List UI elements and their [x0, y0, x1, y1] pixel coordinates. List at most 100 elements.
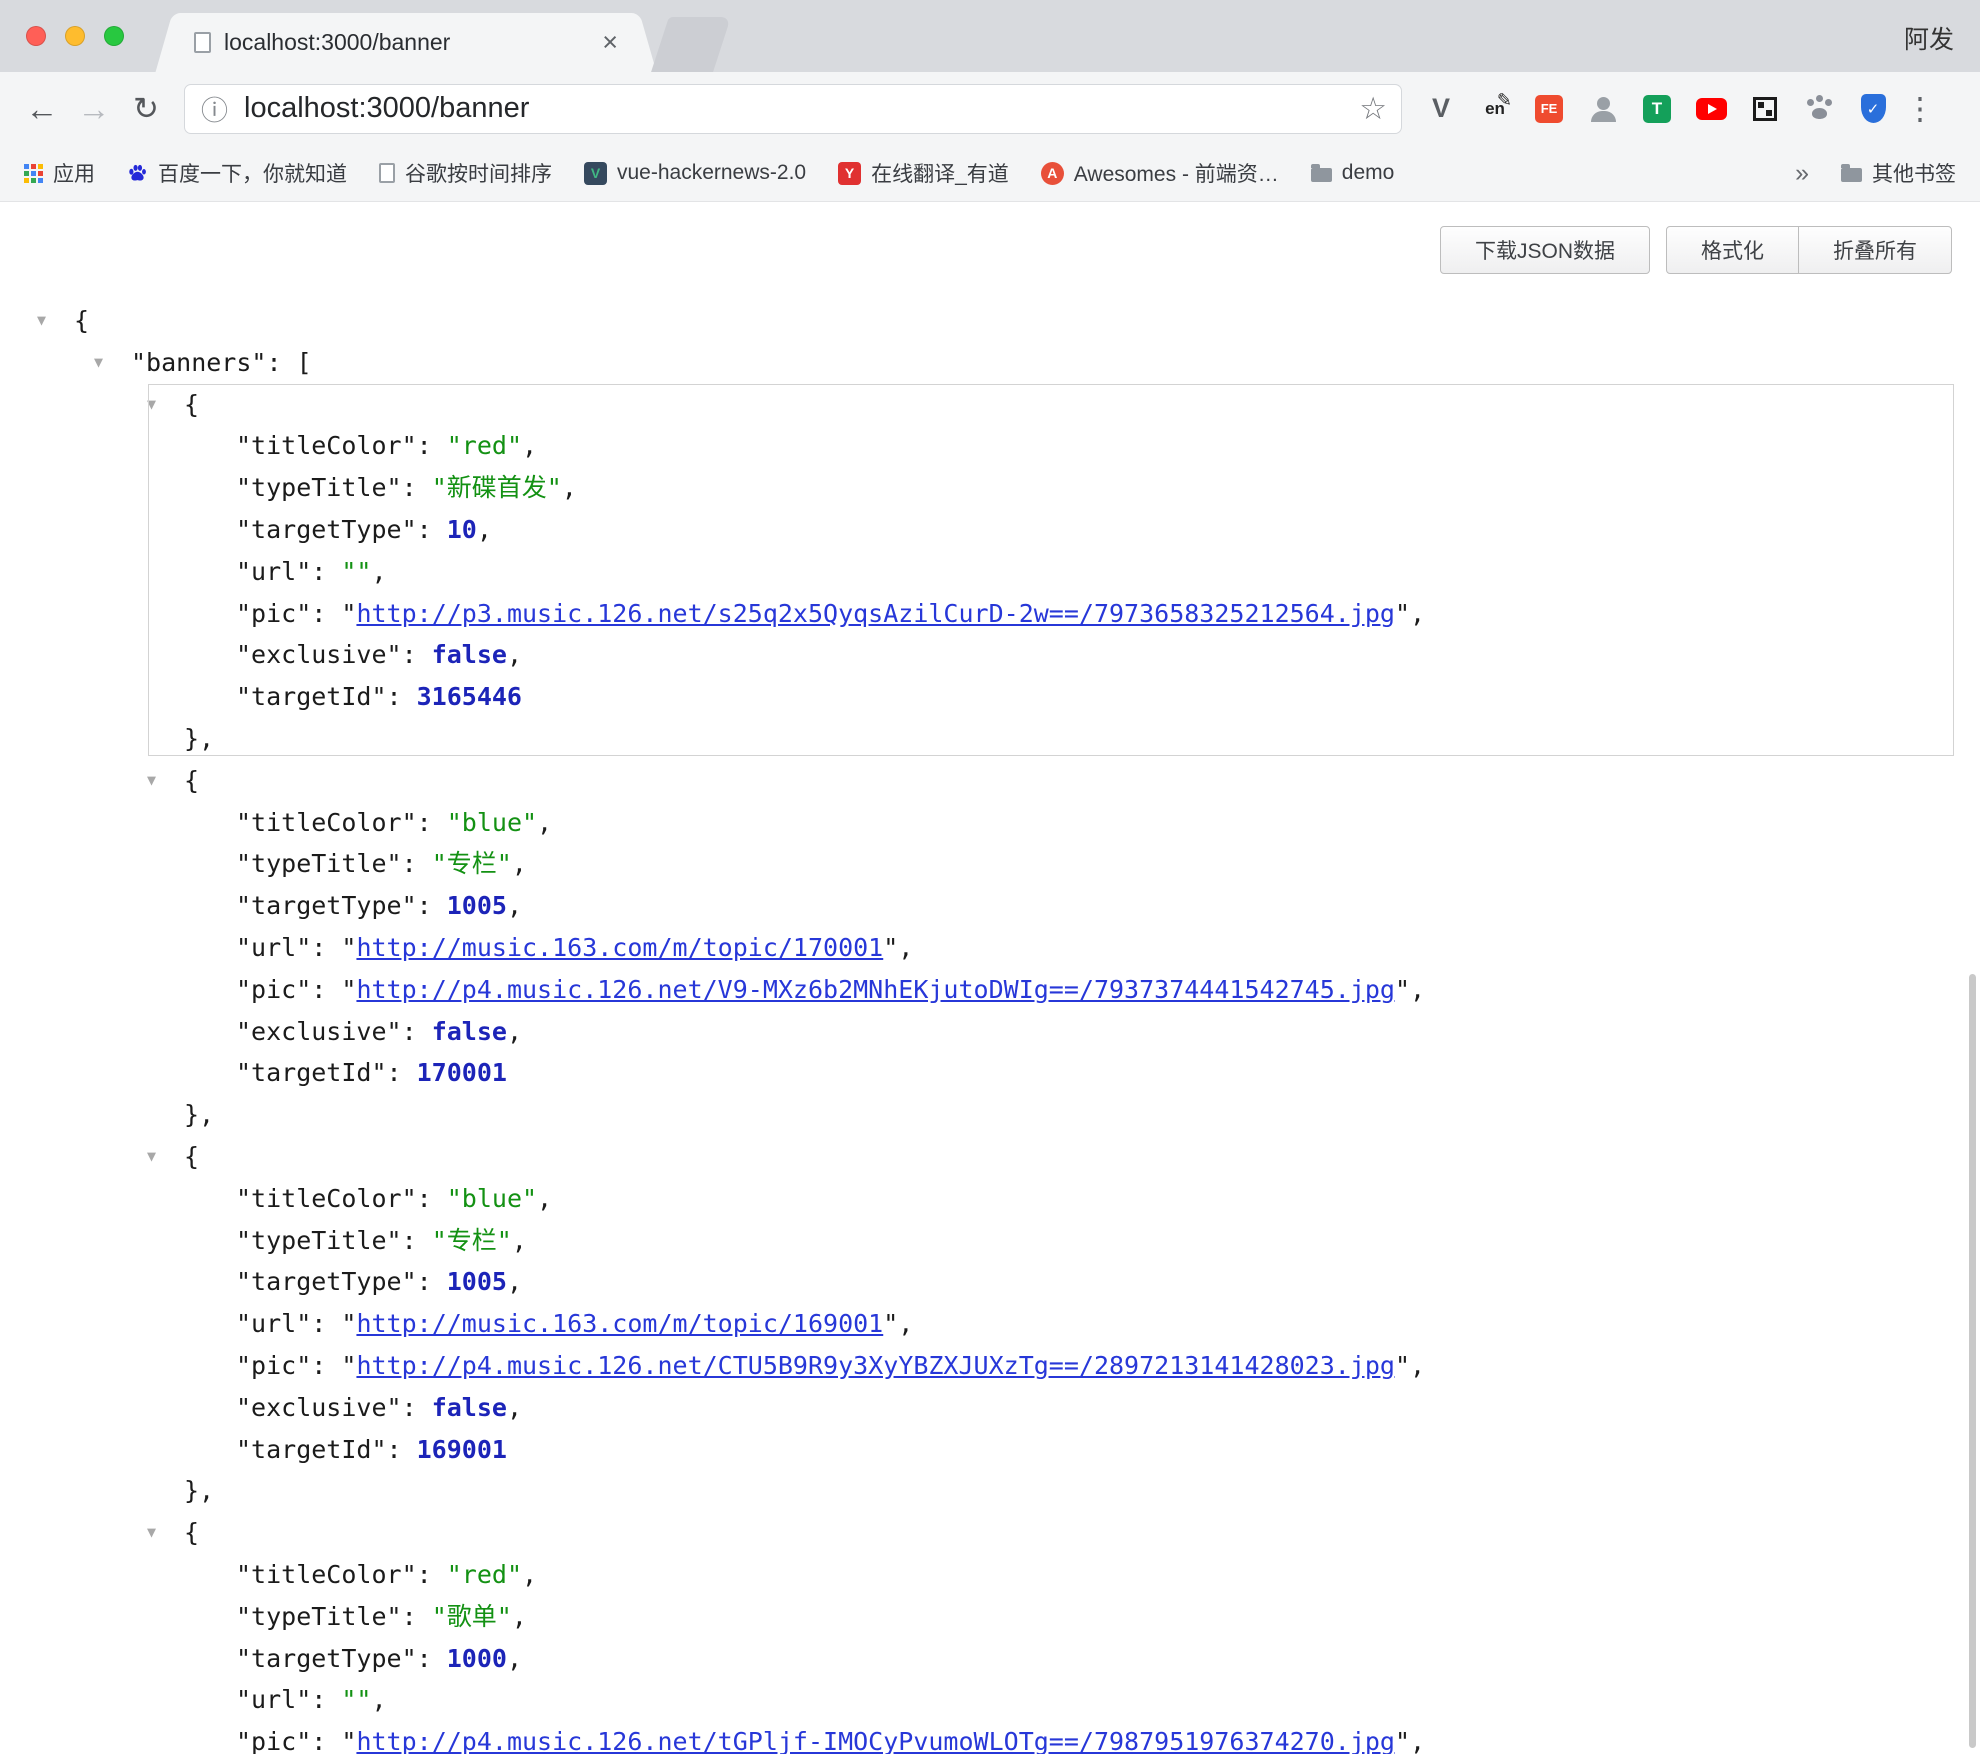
- format-button[interactable]: 格式化: [1666, 226, 1799, 274]
- vimium-extension-icon[interactable]: V: [1420, 88, 1462, 130]
- json-number: 1005: [447, 1267, 507, 1296]
- json-line: "typeTitle": "专栏",: [0, 1220, 1980, 1262]
- back-button[interactable]: ←: [16, 90, 68, 128]
- json-key: "targetType": [236, 891, 417, 920]
- json-tree: ▼{▼"banners": [▼{"titleColor": "red","ty…: [0, 300, 1980, 1754]
- json-number: 1005: [447, 891, 507, 920]
- json-line: "typeTitle": "新碟首发",: [0, 467, 1980, 509]
- json-line: },: [0, 1094, 1980, 1136]
- json-line: "pic": "http://p3.music.126.net/s25q2x5Q…: [0, 593, 1980, 635]
- bookmark-baidu[interactable]: 百度一下，你就知道: [127, 158, 347, 188]
- json-string: "blue": [447, 1184, 537, 1213]
- collapse-toggle-icon[interactable]: ▼: [94, 342, 131, 384]
- profile-name[interactable]: 阿发: [1904, 20, 1954, 56]
- tab-title: localhost:3000/banner: [224, 29, 592, 56]
- json-key: "targetId": [236, 1058, 387, 1087]
- page-content: 下载JSON数据 格式化 折叠所有 ▼{▼"banners": [▼{"titl…: [0, 202, 1980, 1754]
- json-key: "pic": [236, 975, 311, 1004]
- json-object: ▼{"titleColor": "red","typeTitle": "歌单",…: [0, 1512, 1980, 1754]
- qrcode-extension-icon[interactable]: [1744, 88, 1786, 130]
- browser-window: localhost:3000/banner × 阿发 ← → ↻ ⓘ local…: [0, 0, 1980, 1754]
- json-number: 3165446: [417, 682, 522, 711]
- json-line: ▼{: [0, 1512, 1980, 1554]
- json-link[interactable]: http://music.163.com/m/topic/170001: [356, 933, 883, 962]
- bookmark-awesomes[interactable]: A Awesomes - 前端资…: [1041, 158, 1279, 188]
- bookmark-apps[interactable]: 应用: [24, 158, 95, 188]
- json-line: "targetType": 10,: [0, 509, 1980, 551]
- bookmark-star-icon[interactable]: ☆: [1359, 91, 1387, 127]
- json-line: "targetId": 3165446: [0, 676, 1980, 718]
- download-json-button[interactable]: 下载JSON数据: [1440, 226, 1650, 274]
- forward-button[interactable]: →: [68, 90, 120, 128]
- json-line: "pic": "http://p4.music.126.net/V9-MXz6b…: [0, 969, 1980, 1011]
- youtube-extension-icon[interactable]: [1690, 88, 1732, 130]
- fe-extension-icon[interactable]: FE: [1528, 88, 1570, 130]
- site-info-icon[interactable]: ⓘ: [201, 89, 228, 128]
- active-tab[interactable]: localhost:3000/banner ×: [176, 13, 636, 72]
- reload-button[interactable]: ↻: [120, 91, 172, 127]
- json-key: "typeTitle": [236, 849, 402, 878]
- json-link[interactable]: http://p4.music.126.net/CTU5B9R9y3XyYBZX…: [356, 1351, 1395, 1380]
- json-key: "titleColor": [236, 1560, 417, 1589]
- browser-menu-icon[interactable]: ⋮: [1902, 91, 1938, 127]
- json-link[interactable]: http://p3.music.126.net/s25q2x5QyqsAzilC…: [356, 599, 1395, 628]
- json-key: "exclusive": [236, 640, 402, 669]
- paw-extension-icon[interactable]: [1798, 88, 1840, 130]
- json-line: "typeTitle": "专栏",: [0, 843, 1980, 885]
- json-line: "url": "",: [0, 551, 1980, 593]
- awesomes-favicon: A: [1041, 162, 1064, 185]
- bookmark-vue-hackernews[interactable]: V vue-hackernews-2.0: [584, 161, 806, 185]
- json-line: "exclusive": false,: [0, 1011, 1980, 1053]
- json-string: "red": [447, 1560, 522, 1589]
- extensions-area: V en ✎ FE T: [1420, 88, 1894, 130]
- json-line: "targetType": 1005,: [0, 1261, 1980, 1303]
- json-key: "url": [236, 933, 311, 962]
- collapse-toggle-icon[interactable]: ▼: [37, 300, 74, 342]
- json-key: "targetType": [236, 1267, 417, 1296]
- json-number: 170001: [417, 1058, 507, 1087]
- json-key: "titleColor": [236, 431, 417, 460]
- baidu-paw-icon: [127, 163, 148, 184]
- json-line: "exclusive": false,: [0, 634, 1980, 676]
- json-key: "typeTitle": [236, 1226, 402, 1255]
- collapse-all-button[interactable]: 折叠所有: [1798, 226, 1952, 274]
- json-key: "targetType": [236, 1644, 417, 1673]
- tampermonkey-extension-icon[interactable]: T: [1636, 88, 1678, 130]
- collapse-toggle-icon[interactable]: ▼: [147, 1136, 184, 1178]
- translate-extension-icon[interactable]: en ✎: [1474, 88, 1516, 130]
- close-tab-icon[interactable]: ×: [602, 29, 618, 56]
- json-line: "titleColor": "blue",: [0, 1178, 1980, 1220]
- json-string: "": [341, 557, 371, 586]
- bookmark-folder-demo[interactable]: demo: [1311, 161, 1395, 185]
- minimize-window-button[interactable]: [65, 26, 85, 46]
- collapse-toggle-icon[interactable]: ▼: [147, 1512, 184, 1554]
- vue-favicon: V: [584, 162, 607, 185]
- bookmark-youdao-translate[interactable]: Y 在线翻译_有道: [838, 158, 1009, 188]
- bookmark-google-sort[interactable]: 谷歌按时间排序: [379, 158, 552, 188]
- json-line: "url": "http://music.163.com/m/topic/169…: [0, 1303, 1980, 1345]
- new-tab-button[interactable]: [651, 17, 731, 72]
- people-extension-icon[interactable]: [1582, 88, 1624, 130]
- json-link[interactable]: http://p4.music.126.net/tGPljf-IMOCyPvum…: [356, 1727, 1395, 1754]
- bookmark-folder-others[interactable]: 其他书签: [1841, 158, 1956, 188]
- json-link[interactable]: http://music.163.com/m/topic/169001: [356, 1309, 883, 1338]
- json-object: ▼{"titleColor": "blue","typeTitle": "专栏"…: [0, 760, 1980, 1136]
- shield-extension-icon[interactable]: ✓: [1852, 88, 1894, 130]
- bookmarks-overflow-icon[interactable]: »: [1795, 159, 1809, 188]
- json-key: "targetId": [236, 1435, 387, 1464]
- collapse-toggle-icon[interactable]: ▼: [147, 760, 184, 802]
- url-text[interactable]: localhost:3000/banner: [244, 92, 529, 125]
- json-line: ▼"banners": [: [0, 342, 1980, 384]
- scrollbar-thumb[interactable]: [1969, 974, 1976, 1748]
- address-bar[interactable]: ⓘ localhost:3000/banner ☆: [184, 84, 1402, 134]
- fullscreen-window-button[interactable]: [104, 26, 124, 46]
- page-icon: [194, 32, 211, 53]
- json-line: "titleColor": "red",: [0, 1554, 1980, 1596]
- collapse-toggle-icon[interactable]: ▼: [147, 384, 184, 426]
- json-line: "targetType": 1000,: [0, 1638, 1980, 1680]
- json-actions: 下载JSON数据 格式化 折叠所有: [0, 202, 1980, 274]
- close-window-button[interactable]: [26, 26, 46, 46]
- json-line: "titleColor": "blue",: [0, 802, 1980, 844]
- json-link[interactable]: http://p4.music.126.net/V9-MXz6b2MNhEKju…: [356, 975, 1395, 1004]
- json-string: "blue": [447, 808, 537, 837]
